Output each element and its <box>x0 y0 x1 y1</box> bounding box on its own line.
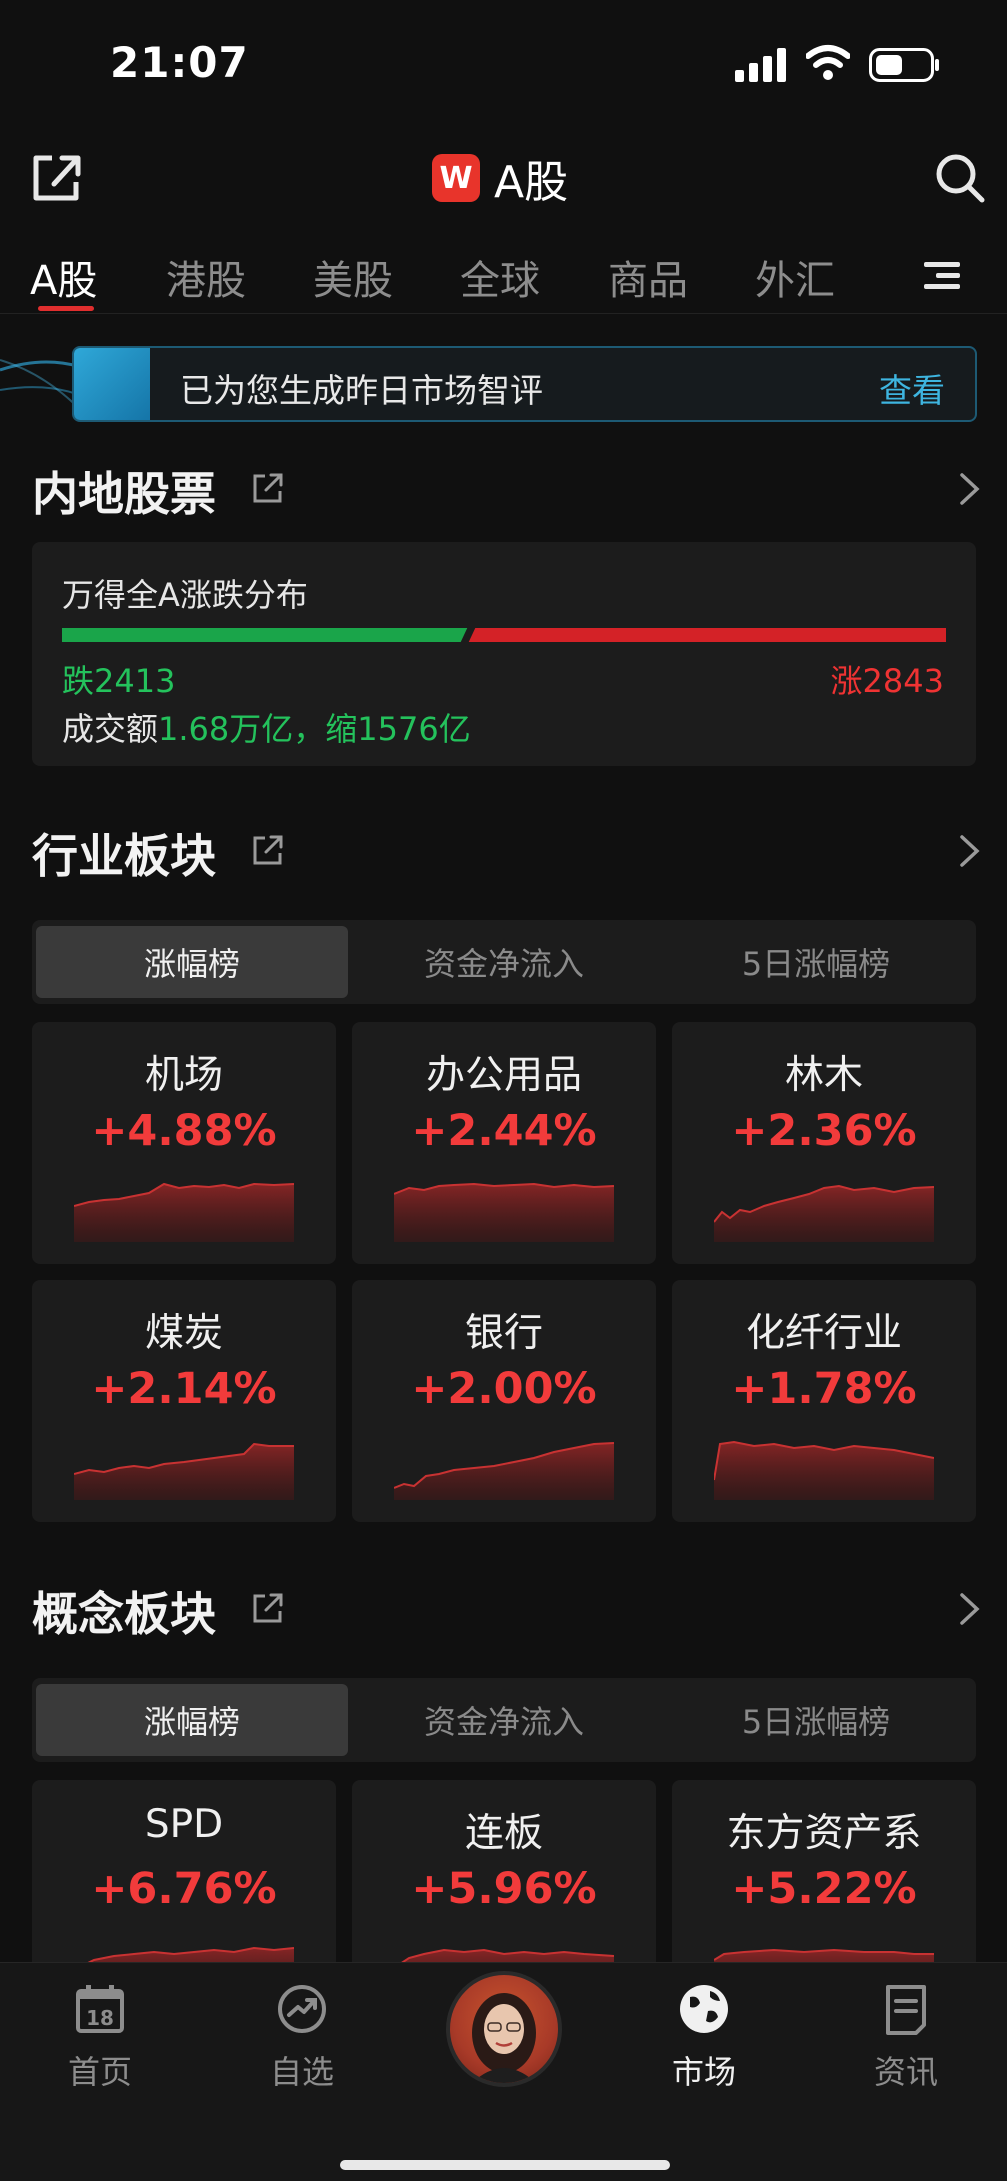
turnover-text: 成交额1.68万亿，缩1576亿 <box>62 704 471 750</box>
battery-icon <box>869 48 939 82</box>
news-icon <box>886 1985 926 2035</box>
nav-label: 首页 <box>67 2053 132 2091</box>
chevron-right-icon[interactable] <box>958 472 982 506</box>
concept-change: +6.76% <box>91 1864 277 1914</box>
tab-net-inflow[interactable]: 资金净流入 <box>348 1684 660 1756</box>
tab-5day-gainers[interactable]: 5日涨幅榜 <box>660 1684 972 1756</box>
concept-section-header[interactable]: 概念板块 <box>32 1578 982 1641</box>
decliners-bar <box>62 628 468 642</box>
sector-name: 办公用品 <box>425 1053 582 1098</box>
chevron-right-icon[interactable] <box>958 1592 982 1626</box>
banner-text: 已为您生成昨日市场智评 <box>180 371 543 410</box>
active-tab-indicator <box>38 306 94 311</box>
wifi-icon <box>806 45 850 80</box>
sparkline <box>74 1182 294 1242</box>
page-title: A股 <box>494 157 569 208</box>
sector-name: 机场 <box>144 1053 223 1098</box>
sector-tile[interactable]: 办公用品 +2.44% <box>352 1022 656 1264</box>
ai-review-icon <box>74 348 150 420</box>
tab-global[interactable]: 全球 <box>460 248 540 306</box>
tab-5day-gainers[interactable]: 5日涨幅榜 <box>660 926 972 998</box>
status-time: 21:07 <box>110 38 249 87</box>
advancers-count: 涨2843 <box>830 662 944 700</box>
tab-net-inflow[interactable]: 资金净流入 <box>348 926 660 998</box>
sparkline <box>714 1440 934 1500</box>
globe-icon <box>680 1985 728 2033</box>
sparkline <box>74 1442 294 1500</box>
concept-name: 东方资产系 <box>726 1811 922 1856</box>
concept-name: 连板 <box>464 1811 543 1856</box>
nav-label: 自选 <box>269 2053 334 2091</box>
share-button[interactable] <box>30 150 84 204</box>
calendar-day: 18 <box>86 2006 114 2030</box>
sector-name: 化纤行业 <box>745 1311 902 1356</box>
home-indicator <box>340 2160 670 2170</box>
sector-name: 煤炭 <box>144 1311 223 1356</box>
assistant-avatar-image <box>472 1993 536 2083</box>
industry-section-header[interactable]: 行业板块 <box>32 820 982 883</box>
section-title: 内地股票 <box>32 467 216 521</box>
sector-change: +4.88% <box>91 1106 277 1156</box>
wind-logo: W <box>432 154 480 202</box>
sector-change: +2.44% <box>411 1106 597 1156</box>
sector-tile[interactable]: 煤炭 +2.14% <box>32 1280 336 1522</box>
assistant-avatar[interactable] <box>446 1971 562 2087</box>
page-title-group: W A股 <box>432 150 568 208</box>
sector-name: 林木 <box>784 1053 863 1098</box>
chevron-right-icon[interactable] <box>958 834 982 868</box>
section-title: 行业板块 <box>32 829 216 883</box>
share-icon[interactable] <box>252 472 284 504</box>
nav-label: 市场 <box>671 2053 736 2091</box>
breadth-title: 万得全A涨跌分布 <box>62 576 308 614</box>
market-tabs: A股 港股 美股 全球 商品 外汇 <box>0 240 1007 314</box>
sector-change: +1.78% <box>731 1364 917 1414</box>
tab-us-shares[interactable]: 美股 <box>313 248 393 306</box>
sector-change: +2.14% <box>91 1364 277 1414</box>
ai-market-review-banner[interactable]: 已为您生成昨日市场智评 查看 <box>72 346 977 422</box>
sparkline <box>394 1442 614 1500</box>
tab-gainers[interactable]: 涨幅榜 <box>36 926 348 998</box>
sector-change: +2.00% <box>411 1364 597 1414</box>
tab-forex[interactable]: 外汇 <box>755 248 835 306</box>
cellular-signal-icon <box>735 48 786 82</box>
concept-change: +5.96% <box>411 1864 597 1914</box>
sector-change: +2.36% <box>731 1106 917 1156</box>
sector-tile[interactable]: 银行 +2.00% <box>352 1280 656 1522</box>
sparkline <box>394 1182 614 1242</box>
section-title: 概念板块 <box>32 1587 216 1641</box>
calendar-icon: 18 <box>76 1985 124 2033</box>
tab-hk-shares[interactable]: 港股 <box>166 248 246 306</box>
search-icon[interactable] <box>934 152 986 204</box>
sector-name: 银行 <box>464 1311 543 1356</box>
turnover-label: 成交额 <box>62 710 159 748</box>
sector-tile[interactable]: 林木 +2.36% <box>672 1022 976 1264</box>
concept-ranking-tabs: 涨幅榜 资金净流入 5日涨幅榜 <box>32 1678 976 1762</box>
nav-home[interactable]: 18 首页 <box>40 1981 160 2093</box>
tab-menu-icon[interactable] <box>922 258 962 294</box>
tab-gainers[interactable]: 涨幅榜 <box>36 1684 348 1756</box>
trend-icon <box>278 1985 326 2033</box>
sector-tile[interactable]: 化纤行业 +1.78% <box>672 1280 976 1522</box>
nav-watchlist[interactable]: 自选 <box>242 1981 362 2093</box>
tab-commodities[interactable]: 商品 <box>608 248 688 306</box>
bottom-nav: 18 首页 自选 市场 资讯 <box>0 1962 1007 2181</box>
advancers-bar <box>468 628 946 642</box>
nav-news[interactable]: 资讯 <box>846 1981 966 2093</box>
nav-market[interactable]: 市场 <box>644 1981 764 2093</box>
tab-a-shares[interactable]: A股 <box>30 248 97 306</box>
nav-label: 资讯 <box>873 2053 938 2091</box>
share-icon[interactable] <box>252 1592 284 1624</box>
mainland-section-header[interactable]: 内地股票 <box>32 458 982 521</box>
sector-tile[interactable]: 机场 +4.88% <box>32 1022 336 1264</box>
sparkline <box>714 1184 934 1242</box>
concept-change: +5.22% <box>731 1864 917 1914</box>
status-bar: 21:07 <box>0 0 1007 130</box>
turnover-value: 1.68万亿，缩1576亿 <box>158 710 471 748</box>
view-button[interactable]: 查看 <box>879 364 945 412</box>
decliners-count: 跌2413 <box>62 662 176 700</box>
concept-name: SPD <box>144 1802 224 1847</box>
breadth-card[interactable]: 万得全A涨跌分布 跌2413 涨2843 成交额1.68万亿，缩1576亿 <box>32 542 976 766</box>
industry-ranking-tabs: 涨幅榜 资金净流入 5日涨幅榜 <box>32 920 976 1004</box>
share-icon[interactable] <box>252 834 284 866</box>
